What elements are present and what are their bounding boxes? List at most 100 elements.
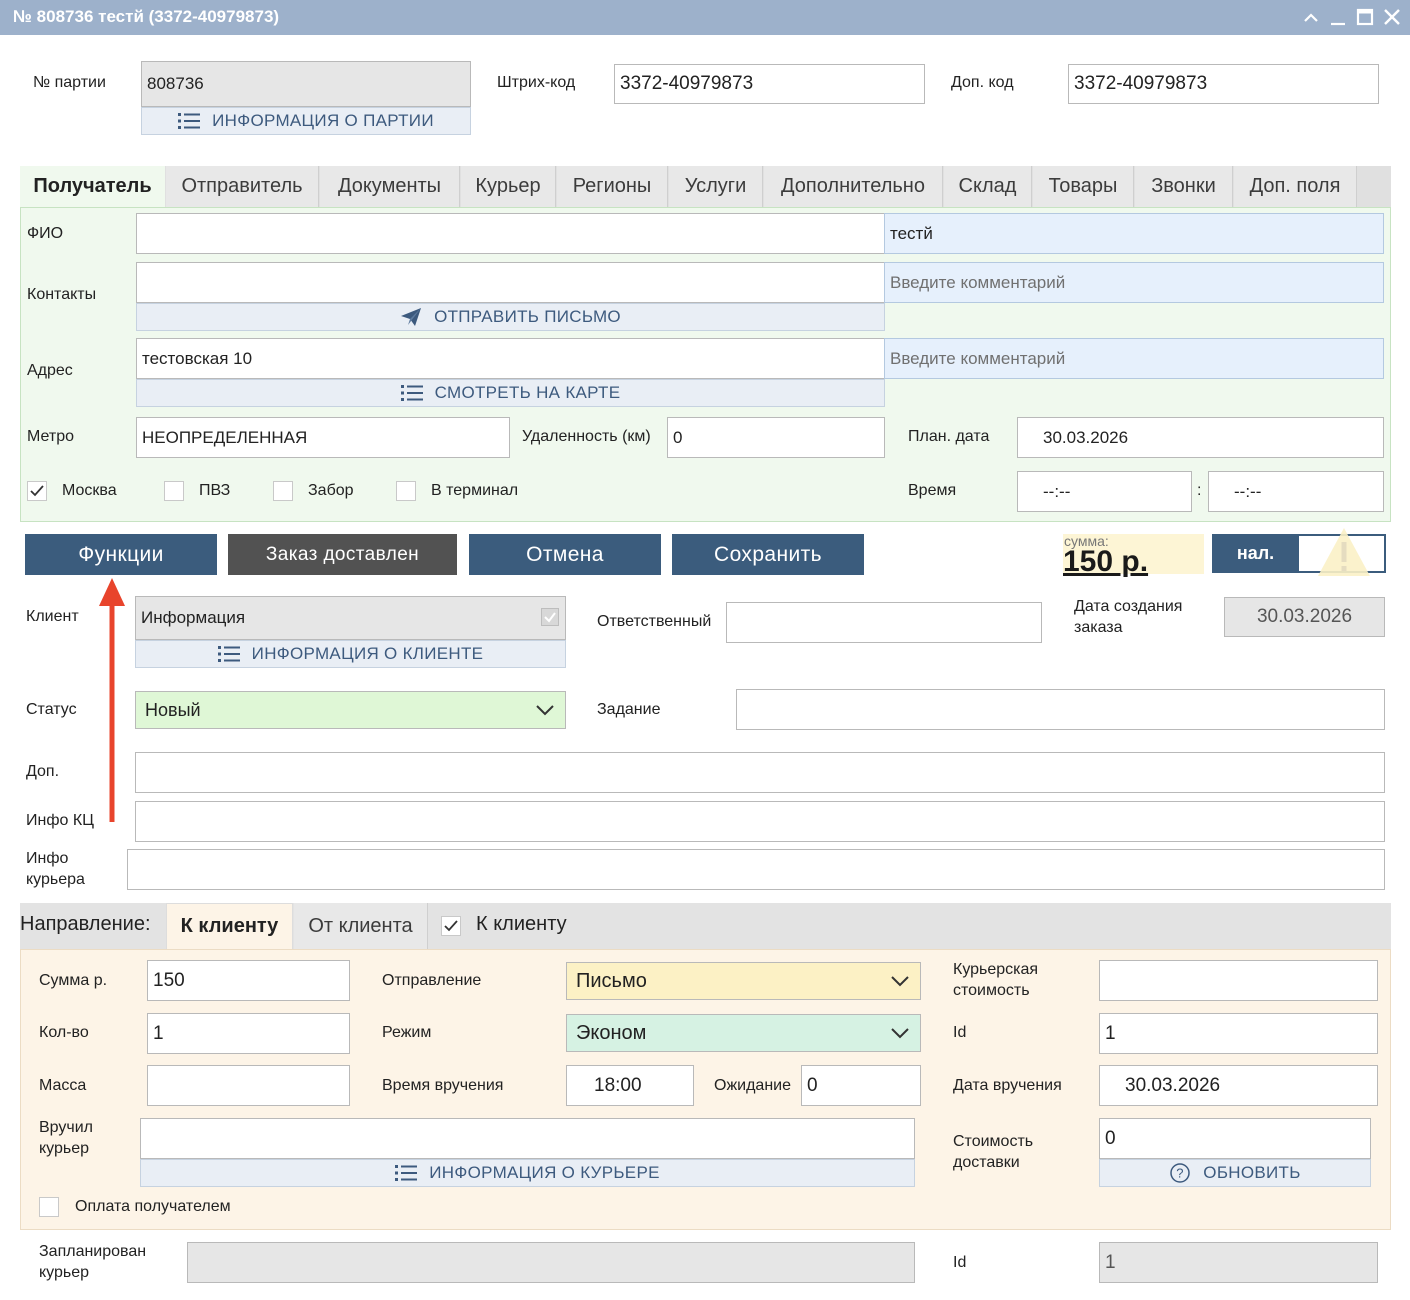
delivery-cost-field[interactable]: 0 (1099, 1118, 1371, 1159)
address-comment-field[interactable]: Введите комментарий (884, 338, 1384, 379)
batch-info-button[interactable]: ИНФОРМАЦИЯ О ПАРТИИ (141, 107, 471, 135)
client-field[interactable]: Информация (135, 596, 566, 640)
tab-recipient[interactable]: Получатель (20, 166, 165, 207)
barcode-field[interactable]: 3372-40979873 (614, 64, 925, 104)
batch-field[interactable]: 808736 (141, 61, 471, 107)
planned-id-label: Id (953, 1254, 967, 1271)
address-field[interactable]: тестовская 10 (136, 338, 885, 379)
contacts-comment-field[interactable]: Введите комментарий (884, 262, 1384, 303)
plan-date-field[interactable]: 30.03.2026 (1017, 417, 1384, 458)
status-select[interactable]: Новый (135, 691, 566, 729)
barcode-label: Штрих-код (497, 74, 576, 91)
pickup-label: Забор (308, 482, 354, 499)
tab-from-client[interactable]: От клиента (294, 903, 428, 949)
mode-value: Эконом (576, 1021, 647, 1044)
time-from-field[interactable]: --:-- (1017, 471, 1192, 512)
functions-button[interactable]: Функции (25, 534, 217, 575)
tab-sender[interactable]: Отправитель (166, 166, 319, 207)
handover-time-field[interactable]: 18:00 (566, 1065, 694, 1106)
pvz-checkbox[interactable] (164, 481, 184, 501)
distance-field[interactable]: 0 (667, 417, 885, 458)
quantity-label: Кол-во (39, 1024, 89, 1041)
status-value: Новый (145, 699, 201, 720)
info-courier-field[interactable] (127, 849, 1385, 890)
tab-calls[interactable]: Звонки (1135, 166, 1233, 207)
tab-documents[interactable]: Документы (320, 166, 460, 207)
tab-regions[interactable]: Регионы (557, 166, 668, 207)
time-to-field[interactable]: --:-- (1208, 471, 1384, 512)
courier-cost-field[interactable] (1099, 960, 1378, 1001)
tab-to-client[interactable]: К клиенту (166, 903, 293, 949)
save-button[interactable]: Сохранить (672, 534, 864, 575)
warning-icon (1316, 526, 1372, 583)
extra-field[interactable] (135, 752, 1385, 793)
responsible-field[interactable] (726, 602, 1042, 643)
maximize-icon[interactable] (1354, 6, 1376, 28)
info-kc-field[interactable] (135, 801, 1385, 842)
order-delivered-button[interactable]: Заказ доставлен (228, 534, 457, 575)
refresh-button[interactable]: ? ОБНОВИТЬ (1099, 1159, 1371, 1187)
waiting-field[interactable]: 0 (801, 1065, 921, 1106)
mass-label: Масса (39, 1077, 87, 1094)
shipment-label: Отправление (382, 972, 482, 989)
plan-date-label: План. дата (908, 428, 990, 445)
tab-warehouse[interactable]: Склад (944, 166, 1032, 207)
terminal-checkbox[interactable] (396, 481, 416, 501)
extra-label: Доп. (26, 763, 60, 780)
contacts-field[interactable] (136, 262, 885, 303)
contacts-label: Контакты (27, 286, 97, 303)
send-letter-label: ОТПРАВИТЬ ПИСЬМО (434, 307, 621, 326)
tab-services[interactable]: Услуги (669, 166, 763, 207)
recipient-pays-checkbox[interactable] (39, 1197, 59, 1217)
distance-label: Удаленность (км) (522, 428, 651, 445)
tab-goods[interactable]: Товары (1033, 166, 1134, 207)
tab-additional[interactable]: Дополнительно (764, 166, 943, 207)
id-field[interactable]: 1 (1099, 1013, 1378, 1054)
mass-field[interactable] (147, 1065, 350, 1106)
to-client-checkbox-label: К клиенту (476, 913, 567, 935)
fio-comment-field[interactable]: тестй (884, 213, 1384, 254)
handover-date-label: Дата вручения (953, 1077, 1062, 1094)
quantity-field[interactable]: 1 (147, 1013, 350, 1054)
client-info-label: ИНФОРМАЦИЯ О КЛИЕНТЕ (251, 644, 484, 663)
cancel-button[interactable]: Отмена (469, 534, 661, 575)
window-title: № 808736 тестй (3372-40979873) (13, 7, 280, 26)
shipment-select[interactable]: Письмо (566, 962, 921, 1000)
chevron-up-icon[interactable] (1300, 6, 1322, 28)
moscow-checkbox[interactable] (27, 481, 47, 501)
paper-plane-icon (401, 308, 422, 326)
extra-code-field[interactable]: 3372-40979873 (1068, 64, 1379, 104)
task-label: Задание (597, 701, 661, 718)
to-client-checkbox[interactable] (441, 916, 461, 936)
metro-field[interactable]: НЕОПРЕДЕЛЕННАЯ (136, 417, 510, 458)
handover-date-field[interactable]: 30.03.2026 (1099, 1065, 1378, 1106)
handover-time-label: Время вручения (382, 1077, 504, 1094)
chevron-down-icon (891, 976, 909, 987)
client-label: Клиент (26, 608, 79, 625)
map-button[interactable]: СМОТРЕТЬ НА КАРТЕ (136, 379, 885, 407)
mode-select[interactable]: Эконом (566, 1014, 921, 1052)
chevron-down-icon (891, 1028, 909, 1039)
metro-label: Метро (27, 428, 74, 445)
planned-courier-field (187, 1242, 915, 1283)
handed-by-field[interactable] (140, 1118, 915, 1159)
id-label: Id (953, 1024, 967, 1041)
payment-toggle-cash[interactable]: нал. (1212, 534, 1299, 573)
batch-info-label: ИНФОРМАЦИЯ О ПАРТИИ (212, 111, 434, 130)
pickup-checkbox[interactable] (273, 481, 293, 501)
close-icon[interactable] (1381, 6, 1403, 28)
sum-rub-field[interactable]: 150 (147, 960, 350, 1001)
pvz-label: ПВЗ (199, 482, 231, 499)
courier-info-button[interactable]: ИНФОРМАЦИЯ О КУРЬЕРЕ (140, 1159, 915, 1187)
client-info-button[interactable]: ИНФОРМАЦИЯ О КЛИЕНТЕ (135, 640, 566, 668)
tab-courier[interactable]: Курьер (461, 166, 556, 207)
send-letter-button[interactable]: ОТПРАВИТЬ ПИСЬМО (136, 303, 885, 331)
minimize-icon[interactable] (1327, 6, 1349, 28)
tab-extra-fields[interactable]: Доп. поля (1234, 166, 1357, 207)
direction-label: Направление: (20, 913, 151, 935)
handed-by-label: Вручил курьер (39, 1119, 93, 1157)
contacts-comment-placeholder: Введите комментарий (890, 272, 1066, 292)
map-label: СМОТРЕТЬ НА КАРТЕ (434, 383, 621, 402)
fio-field[interactable] (136, 213, 885, 254)
task-field[interactable] (736, 689, 1385, 730)
